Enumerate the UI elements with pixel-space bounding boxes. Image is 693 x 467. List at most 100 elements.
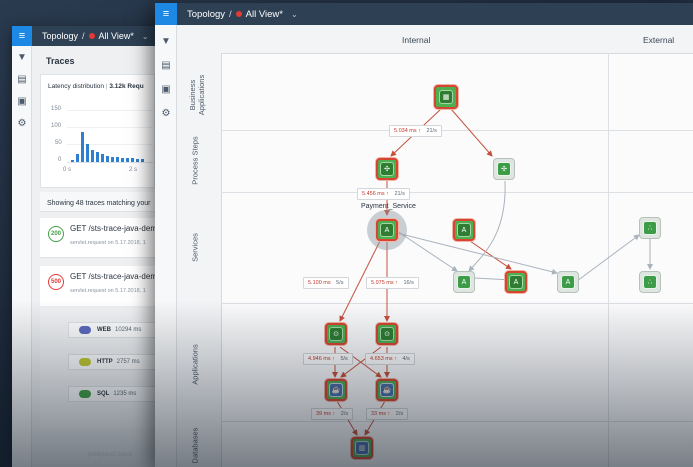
cluster-icon: ∴ (643, 275, 657, 289)
edge (466, 238, 512, 270)
span-row-http[interactable]: HTTP 2757 ms (68, 354, 158, 370)
service-icon: A (380, 223, 394, 237)
gridline (67, 144, 153, 145)
edge-rate: 2/s (340, 411, 349, 417)
edge-rate: 4/s (402, 356, 410, 362)
edge-metric: 5.100 ms 5/s (303, 277, 349, 289)
trace-subtitle: servlet.request on 5.17.2018, 1 (70, 240, 146, 246)
span-color-icon (79, 358, 91, 366)
service-icon: A (509, 275, 523, 289)
edge-metric: 39 ms ↑ 2/s (311, 408, 354, 420)
edge-metric: 4.946 ms ↑ 5/s (303, 353, 353, 365)
trace-row[interactable]: 200 GET /sts-trace-java-dem servlet.requ… (40, 218, 157, 258)
business-app-node[interactable]: ▦ (434, 85, 458, 109)
alert-dot-icon (88, 33, 95, 39)
edge-latency: 5.456 ms (362, 191, 385, 197)
span-color-icon (79, 326, 91, 334)
service-node[interactable]: A (453, 271, 475, 293)
edge-rate: 21/s (394, 191, 405, 197)
histogram-bar (71, 160, 74, 162)
panel-icon[interactable]: ▣ (12, 90, 32, 112)
latency-histogram-card: Latency distribution | 3.12k Requ 150 10… (40, 74, 155, 188)
span-duration: 10294 ms (115, 327, 142, 333)
histogram-bar (81, 132, 84, 162)
histogram-sep: | (105, 83, 108, 90)
gear-icon[interactable]: ⚙ (12, 112, 32, 134)
span-color-icon (79, 390, 91, 398)
span-duration: 2757 ms (116, 359, 140, 365)
edge-metric: 5.075 ms ↑ 16/s (366, 277, 419, 289)
x-tick: 0 s (63, 167, 72, 173)
edge-latency: 39 ms (316, 411, 331, 417)
x-tick: 2 s (129, 167, 138, 173)
histogram-bar (116, 157, 119, 162)
breadcrumb-view[interactable]: All View* (99, 31, 134, 41)
y-tick: 100 (51, 123, 62, 129)
application-node[interactable]: ⊙ (325, 323, 347, 345)
application-node[interactable]: ☕ (325, 379, 347, 401)
edge-latency: 4.946 ms (308, 356, 331, 362)
chevron-down-icon[interactable]: ⌄ (142, 32, 149, 41)
breadcrumb-sep: / (82, 31, 85, 41)
back-sidebar: ▼ ▤ ▣ ⚙ (12, 46, 32, 467)
span-label: WEB (97, 327, 111, 333)
menu-icon[interactable]: ≡ (12, 26, 32, 46)
process-step-node[interactable]: ✣ (376, 158, 398, 180)
breadcrumb-section[interactable]: Topology (42, 31, 78, 41)
application-node[interactable]: ⊙ (376, 323, 398, 345)
histogram-bar (136, 159, 139, 162)
service-node[interactable]: A (453, 219, 475, 241)
histogram-bar (111, 157, 114, 162)
span-label: HTTP (97, 359, 113, 365)
service-icon: A (561, 275, 575, 289)
edge-rate: 5/s (336, 280, 344, 286)
database-node[interactable]: ▥ (351, 437, 373, 459)
external-service-node[interactable]: ∴ (639, 217, 661, 239)
span-row-sql[interactable]: SQL 1235 ms (68, 386, 158, 402)
service-icon: A (457, 223, 471, 237)
span-row-web[interactable]: WEB 10294 ms (68, 322, 158, 338)
cluster-icon: ∴ (643, 221, 657, 235)
edge-latency: 33 ms (371, 411, 386, 417)
service-node[interactable]: A (557, 271, 579, 293)
gridline (67, 110, 153, 111)
traces-title: Traces (46, 56, 75, 66)
status-badge: 200 (48, 226, 64, 242)
trace-row[interactable]: 500 GET /sts-trace-java-dem servlet.requ… (40, 266, 157, 306)
x-axis (67, 162, 153, 163)
y-tick: 0 (58, 157, 62, 163)
trace-name: GET /sts-trace-java-dem (70, 272, 157, 281)
histogram-title: Latency distribution (48, 83, 105, 90)
topology-edges (332, 108, 653, 436)
jvm-icon: ☕ (329, 383, 343, 397)
histogram-bar (76, 154, 79, 162)
clipboard-icon[interactable]: ▤ (12, 68, 32, 90)
application-node[interactable]: ☕ (376, 379, 398, 401)
process-step-node[interactable]: ✣ (493, 158, 515, 180)
edge-latency: 4.653 ms (370, 356, 393, 362)
application-icon: ⊙ (380, 327, 394, 341)
edge-latency: 5.075 ms (371, 280, 394, 286)
back-topbar: ≡ Topology / All View* ⌄ (12, 26, 172, 46)
edge (576, 234, 640, 282)
jvm-icon: ☕ (380, 383, 394, 397)
external-service-node[interactable]: ∴ (639, 271, 661, 293)
edge-metric: 4.653 ms ↑ 4/s (365, 353, 415, 365)
histogram-bar (131, 158, 134, 162)
histogram-requests: 3.12k Requ (109, 83, 144, 90)
gridline (67, 127, 153, 128)
status-badge: 500 (48, 274, 64, 290)
trace-subtitle: servlet.request on 5.17.2018, 1 (70, 288, 146, 294)
process-icon: ✣ (380, 162, 394, 176)
traces-count: Showing 48 traces matching your (47, 200, 151, 207)
edge-latency: 5.034 ms (394, 128, 417, 134)
service-node[interactable]: A (505, 271, 527, 293)
histogram-bar (96, 152, 99, 162)
filter-icon[interactable]: ▼ (12, 46, 32, 68)
histogram-bar (86, 144, 89, 162)
edge (396, 232, 558, 275)
histogram-label: Latency distribution | 3.12k Requ (48, 83, 144, 90)
edge-rate: 16/s (403, 280, 414, 286)
edge (396, 230, 458, 272)
service-node-payment-service[interactable]: A (376, 219, 398, 241)
